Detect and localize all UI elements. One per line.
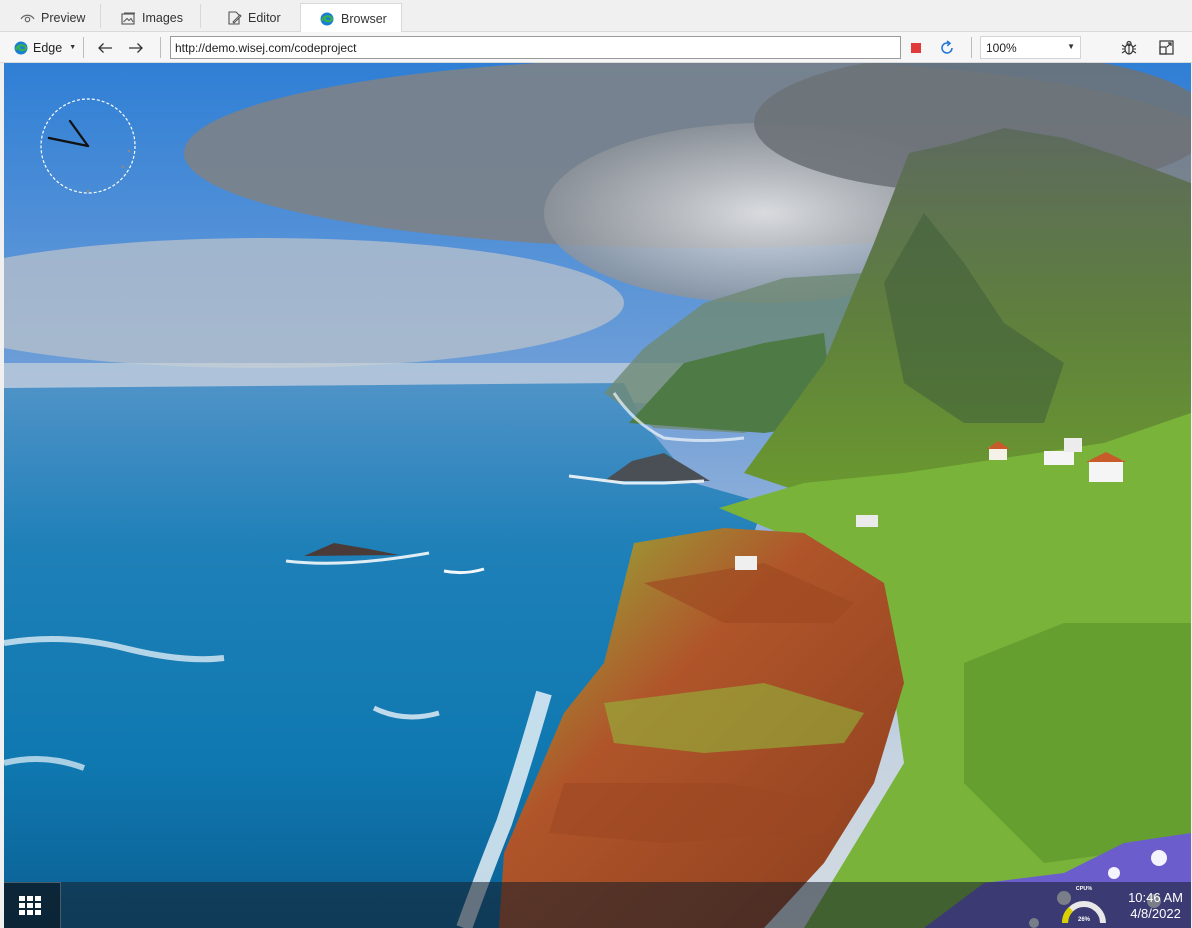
cpu-gauge: CPU% 26% <box>1062 886 1106 924</box>
stop-icon <box>911 42 921 53</box>
start-menu-button[interactable] <box>4 882 61 928</box>
popout-icon <box>1159 40 1174 55</box>
back-button[interactable] <box>97 32 113 63</box>
arrow-left-icon <box>98 42 112 53</box>
forward-button[interactable] <box>128 32 144 63</box>
images-icon <box>120 11 136 25</box>
zoom-value: 100% <box>986 41 1017 55</box>
browser-toolbar: Edge ▼ 100% ▼ <box>0 32 1192 63</box>
stop-button[interactable] <box>911 32 921 63</box>
edge-icon <box>319 12 335 26</box>
taskbar-time: 10:46 AM <box>1128 890 1183 905</box>
tab-editor[interactable]: Editor <box>201 3 300 32</box>
tab-label: Browser <box>341 11 387 26</box>
debug-button[interactable] <box>1121 32 1137 63</box>
toolbar-divider <box>971 37 972 58</box>
browser-viewport: CPU% 26% 10:46 AM 4/8/2022 <box>4 63 1191 928</box>
refresh-icon <box>941 39 953 54</box>
toolbar-divider <box>83 37 84 58</box>
desktop-clock-widget <box>40 98 136 194</box>
desktop-wallpaper <box>4 63 1191 928</box>
arrow-right-icon <box>129 42 143 53</box>
taskbar-date: 4/8/2022 <box>1130 906 1181 921</box>
tab-label: Editor <box>248 11 281 25</box>
popout-button[interactable] <box>1159 32 1174 63</box>
caret-down-icon: ▼ <box>69 44 77 51</box>
url-input[interactable] <box>170 36 901 59</box>
cpu-value: 26% <box>1078 917 1091 923</box>
refresh-button[interactable] <box>939 32 955 63</box>
view-tab-strip: Preview Images Editor Browser <box>0 0 1192 33</box>
bug-icon <box>1121 40 1137 55</box>
tab-images[interactable]: Images <box>101 3 201 32</box>
browser-select-label: Edge <box>33 40 63 55</box>
zoom-select[interactable]: 100% ▼ <box>980 36 1081 59</box>
caret-down-icon: ▼ <box>1067 42 1075 51</box>
cpu-label: CPU% <box>1076 886 1093 892</box>
tab-browser[interactable]: Browser <box>300 3 402 33</box>
tab-label: Preview <box>41 11 86 25</box>
apps-grid-icon <box>19 895 41 915</box>
browser-select[interactable]: Edge ▼ <box>14 32 76 63</box>
edge-icon <box>14 41 28 55</box>
eye-icon <box>19 11 35 25</box>
tab-label: Images <box>142 11 183 25</box>
desktop-taskbar: CPU% 26% 10:46 AM 4/8/2022 <box>4 882 1191 928</box>
taskbar-clock[interactable]: 10:46 AM 4/8/2022 <box>1128 890 1183 922</box>
tab-preview[interactable]: Preview <box>0 3 101 32</box>
editor-icon <box>226 10 242 25</box>
toolbar-divider <box>160 37 161 58</box>
